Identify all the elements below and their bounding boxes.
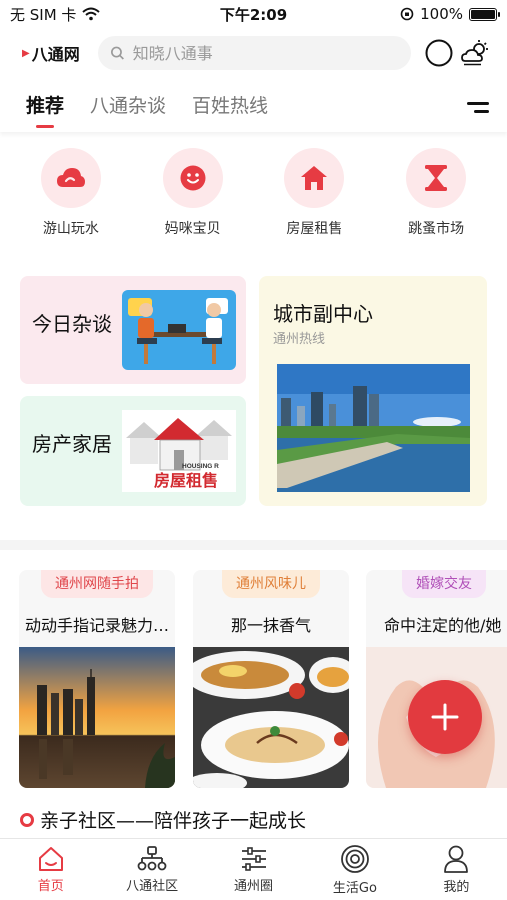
tabbar-home[interactable]: 首页 [0,839,101,900]
community-icon [137,845,167,870]
section-title-text: 亲子社区——陪伴孩子一起成长 [40,810,307,832]
tab-recommend[interactable]: 推荐 [26,91,64,128]
smile-icon [180,165,206,191]
city-photo [277,364,470,492]
cat-icon-bg [40,148,101,208]
topic-card-snapshot[interactable]: 通州网随手拍 动动手指记录魅力… [19,570,175,788]
bottom-tab-bar: 首页 八通社区 通州圈 生活Go 我的 [0,838,507,900]
tab-batong-chat[interactable]: 八通杂谈 [90,91,166,124]
topic-badge: 婚嫁交友 [402,570,486,598]
feature-card-chat[interactable]: 今日杂谈 [20,276,246,384]
logo-mark-icon: ▶ [22,47,30,59]
person-icon [444,845,469,873]
circle-icon [425,39,453,67]
weather-icon [461,40,488,66]
section-divider [0,540,507,550]
status-left: 无 SIM 卡 [10,4,101,25]
search-icon [111,46,124,60]
search-bar[interactable] [98,36,411,70]
topic-card-dating[interactable]: 婚嫁交友 命中注定的他/她 [366,570,507,788]
housing-rent-small-text: HOUSING R [182,463,219,470]
feature-card-housing[interactable]: 房产家居 HOUSING R 房屋租售 [20,396,246,506]
tabbar-label: 我的 [443,879,470,895]
tabbar-community[interactable]: 八通社区 [101,839,202,900]
hourglass-icon [425,165,448,191]
topic-badge: 通州网随手拍 [41,570,153,598]
card-title: 房产家居 [32,432,112,456]
cloud-icon [56,168,85,187]
chat-illustration [122,290,236,370]
house-icon [301,166,328,190]
status-bar: 无 SIM 卡 下午2:09 100% [0,0,507,28]
cat-icon-bg [406,148,467,208]
category-travel[interactable]: 游山玩水 [26,148,116,238]
category-baby[interactable]: 妈咪宝贝 [148,148,238,238]
housing-rent-text: 房屋租售 [154,471,218,490]
top-tabs: 推荐 八通杂谈 百姓热线 [0,82,507,132]
target-icon [341,844,369,873]
category-flea-market[interactable]: 跳蚤市场 [391,148,481,238]
menu-icon[interactable] [467,101,489,113]
housing-illustration: HOUSING R 房屋租售 [122,410,236,492]
search-input[interactable] [132,43,399,63]
scan-button[interactable] [421,35,457,71]
tabbar-circle[interactable]: 通州圈 [203,839,304,900]
category-label: 跳蚤市场 [408,221,465,237]
category-housing[interactable]: 房屋租售 [269,148,359,238]
category-row: 游山玩水 妈咪宝贝 房屋租售 跳蚤市场 [0,148,507,238]
card-subtitle: 通州热线 [273,332,326,347]
feature-card-city[interactable]: 城市副中心 通州热线 [259,276,487,506]
topic-title: 命中注定的他/她 [384,616,502,635]
category-label: 房屋租售 [286,221,343,237]
card-title: 城市副中心 [273,302,373,326]
status-right: 100% [400,5,500,23]
topic-badge: 通州风味儿 [222,570,320,598]
orientation-lock-icon [400,7,414,21]
tab-hotline[interactable]: 百姓热线 [192,91,268,124]
app-logo[interactable]: ▶ 八通网 [22,41,98,65]
add-post-button[interactable] [408,680,482,754]
home-icon [38,846,63,871]
food-photo [193,647,349,788]
card-title: 今日杂谈 [32,312,112,336]
section-parenting: 亲子社区——陪伴孩子一起成长 [20,806,306,833]
tabbar-label: 通州圈 [234,878,274,894]
logo-text: 八通网 [31,45,80,64]
tabbar-label: 生活Go [332,880,377,896]
menu-line [467,101,489,105]
battery-icon [469,7,500,21]
cat-icon-bg [284,148,345,208]
battery-fill [471,9,495,19]
tabbar-profile[interactable]: 我的 [406,839,507,900]
tabbar-life[interactable]: 生活Go [304,839,405,900]
topic-title: 动动手指记录魅力… [25,616,170,635]
battery-percent: 100% [420,5,463,23]
sliders-icon [241,846,266,871]
category-label: 游山玩水 [42,221,99,237]
carrier-label: 无 SIM 卡 [10,5,77,24]
ring-icon [20,812,34,827]
weather-button[interactable] [457,35,493,71]
skyline-photo [19,647,175,788]
topic-title: 那一抹香气 [230,616,311,635]
wifi-icon [82,7,101,21]
menu-line [474,109,489,113]
app-header: ▶ 八通网 [0,32,507,74]
tabbar-label: 八通社区 [126,878,179,894]
category-label: 妈咪宝贝 [164,221,221,237]
tabbar-label: 首页 [37,878,64,894]
topic-card-flavor[interactable]: 通州风味儿 那一抹香气 [193,570,349,788]
plus-icon [431,703,459,731]
cat-icon-bg [162,148,223,208]
